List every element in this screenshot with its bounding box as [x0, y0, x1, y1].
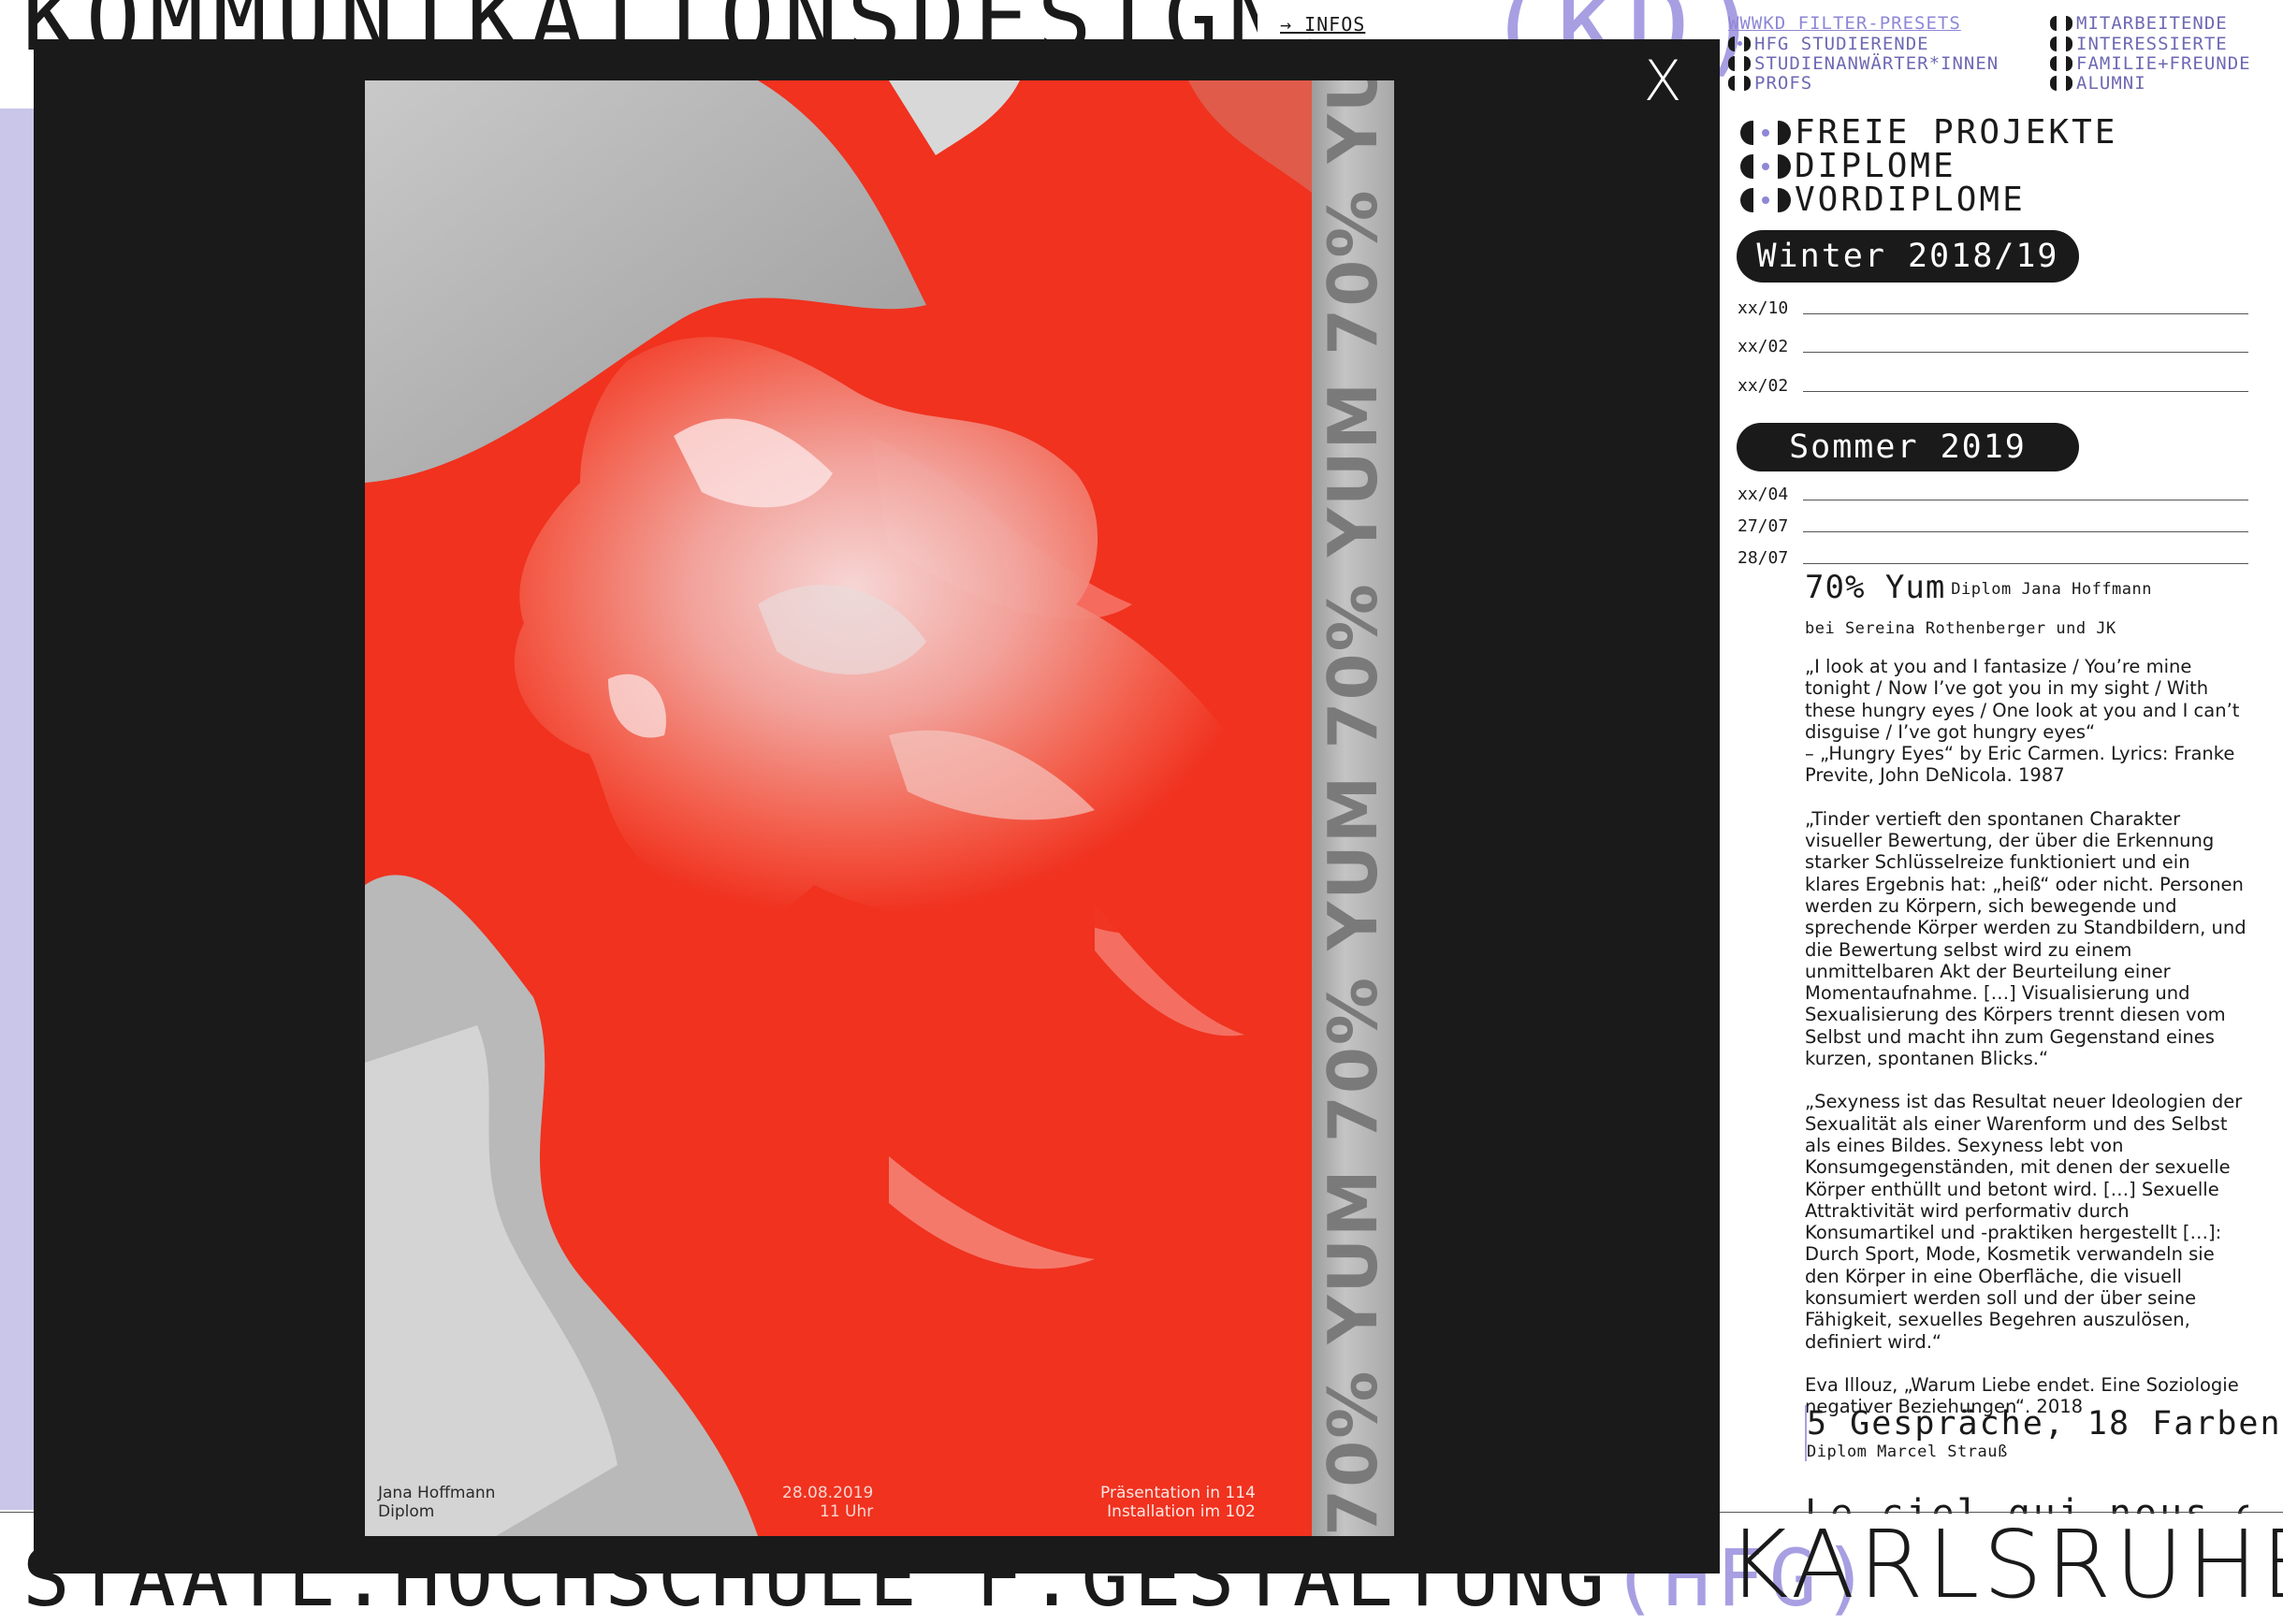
category-filters: FREIE PROJEKTE DIPLOME VORDIPLOME	[1740, 116, 2117, 217]
description-paragraph: „I look at you and I fantasize / You’re …	[1805, 656, 2240, 787]
poster-author: Jana Hoffmann Diplom	[378, 1484, 496, 1521]
sommer-timeline: xx/04 27/07 28/07	[1738, 485, 2248, 568]
timeline-row[interactable]: xx/02	[1738, 376, 2248, 396]
project-subtitle: Diplom Marcel Strauß	[1807, 1443, 2008, 1461]
filter-toggle-icon	[2050, 56, 2072, 71]
timeline-row[interactable]: 27/07	[1738, 516, 2248, 536]
filter-presets-heading[interactable]: WWWKD FILTER-PRESETS	[1728, 13, 1961, 34]
project-title: 5 Gespräche, 18 Farben	[1807, 1405, 2282, 1443]
footer-city: KARLSRUHE	[1727, 1510, 2283, 1619]
semester-winter-2018-19[interactable]: Winter 2018/19	[1737, 230, 2079, 283]
category-freie-projekte[interactable]: FREIE PROJEKTE	[1740, 116, 2117, 150]
filter-toggle-icon	[1728, 56, 1751, 71]
project-advisor: bei Sereina Rothenberger und JK	[1805, 619, 2116, 638]
category-toggle-icon	[1740, 121, 1791, 145]
project-entry-70-yum: 70% Yum Diplom Jana Hoffmann bei Sereina …	[1805, 569, 2248, 1440]
filter-profs[interactable]: PROFS	[1728, 73, 1812, 94]
timeline-row[interactable]: 28/07	[1738, 548, 2248, 568]
project-title[interactable]: 70% Yum Diplom Jana Hoffmann	[1805, 569, 2248, 606]
semester-sommer-2019[interactable]: Sommer 2019	[1737, 423, 2079, 471]
poster-image: 70% YUM 70% YUM 70% YUM 70% YUM 70% YUM …	[365, 80, 1394, 1536]
filter-alumni[interactable]: ALUMNI	[2050, 73, 2146, 94]
filter-studienanwaerter[interactable]: STUDIENANWÄRTER*INNEN	[1728, 53, 1999, 74]
project-description: „I look at you and I fantasize / You’re …	[1805, 656, 2248, 1418]
description-paragraph: „Tinder vertieft den spontanen Charakter…	[1805, 807, 2247, 1070]
filter-toggle-icon	[2050, 76, 2072, 91]
timeline-row[interactable]: xx/10	[1738, 298, 2248, 318]
winter-timeline: xx/10 xx/02 xx/02	[1738, 298, 2248, 396]
description-paragraph: „Sexyness ist das Resultat neuer Ideolog…	[1805, 1091, 2243, 1353]
poster-artwork	[365, 80, 1394, 1536]
timeline-row[interactable]: xx/02	[1738, 337, 2248, 356]
poster-location: Präsentation in 114 Installation im 102	[1100, 1484, 1256, 1521]
filter-toggle-icon	[2050, 16, 2072, 31]
filter-mitarbeitende[interactable]: MITARBEITENDE	[2050, 13, 2228, 34]
category-toggle-icon	[1740, 154, 1791, 179]
poster-strip-text: 70% YUM 70% YUM 70% YUM 70% YUM 70% YUM	[1314, 80, 1392, 1536]
close-lightbox-button[interactable]: X	[1630, 49, 1695, 114]
filter-hfg-studierende[interactable]: HFG STUDIERENDE	[1728, 34, 1929, 54]
filter-familie-freunde[interactable]: FAMILIE+FREUNDE	[2050, 53, 2251, 74]
poster-date: 28.08.2019 11 Uhr	[782, 1484, 874, 1521]
filter-toggle-icon	[1728, 36, 1751, 51]
project-subtitle: Diplom Jana Hoffmann	[1951, 580, 2152, 599]
category-vordiplome[interactable]: VORDIPLOME	[1740, 183, 2117, 217]
category-toggle-icon	[1740, 188, 1791, 212]
image-lightbox: X 70% YUM 70% YUM 70% YUM 70% YUM 70% YU…	[34, 39, 1720, 1573]
project-entry-5-gespraeche[interactable]: 5 Gespräche, 18 Farben Diplom Marcel Str…	[1805, 1405, 2282, 1461]
filter-toggle-icon	[2050, 36, 2072, 51]
category-diplome[interactable]: DIPLOME	[1740, 150, 2117, 183]
infos-link[interactable]: → INFOS	[1280, 13, 1402, 36]
page-edge-panel	[0, 109, 34, 1510]
filter-interessierte[interactable]: INTERESSIERTE	[2050, 34, 2228, 54]
filter-toggle-icon	[1728, 76, 1751, 91]
timeline-row[interactable]: xx/04	[1738, 485, 2248, 504]
